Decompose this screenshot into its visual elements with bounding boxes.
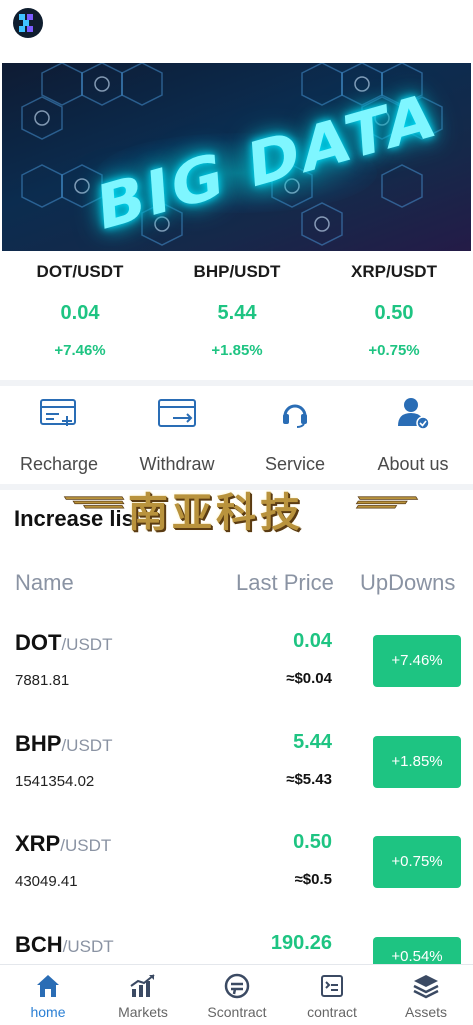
withdraw-label: Withdraw xyxy=(139,454,215,474)
row-usd: ≈$5.43 xyxy=(286,771,332,788)
tab-markets[interactable]: Markets xyxy=(96,965,190,1025)
tab-label: home xyxy=(30,1004,66,1020)
row-base: DOT xyxy=(15,630,62,655)
row-volume: 43049.41 xyxy=(15,873,78,890)
ticker-pair: XRP/USDT xyxy=(351,262,437,281)
table-row[interactable]: BHP/USDT 1541354.02 5.44 ≈$5.43 +1.85% xyxy=(0,731,473,831)
ticker-card[interactable]: BHP/USDT 5.44 +1.85% xyxy=(158,252,316,359)
header-name: Name xyxy=(15,570,74,595)
top-bar xyxy=(0,0,473,62)
row-quote: /USDT xyxy=(61,736,113,755)
row-base: BHP xyxy=(15,731,62,756)
tab-label: Assets xyxy=(404,1004,447,1020)
table-row[interactable]: DOT/USDT 7881.81 0.04 ≈$0.04 +7.46% xyxy=(0,630,473,730)
row-change-badge[interactable]: +1.85% xyxy=(373,736,461,788)
user-verified-icon xyxy=(393,396,433,430)
assets-layers-icon xyxy=(412,973,440,999)
row-price: 5.44 xyxy=(293,731,332,753)
markets-chart-icon xyxy=(129,973,157,999)
ticker-change: +7.46% xyxy=(54,342,106,359)
tab-assets[interactable]: Assets xyxy=(379,965,473,1025)
watermark-logo: 南亚科技 xyxy=(60,478,422,536)
recharge-label: Recharge xyxy=(19,454,99,474)
tab-label: contract xyxy=(307,1004,357,1020)
recharge-card-icon xyxy=(39,396,79,430)
row-price: 0.04 xyxy=(293,630,332,652)
row-price: 0.50 xyxy=(293,831,332,853)
row-quote: /USDT xyxy=(61,635,113,654)
ticker-change: +0.75% xyxy=(368,342,420,359)
about-us-label: About us xyxy=(377,454,449,474)
row-price: 190.26 xyxy=(270,932,332,954)
row-volume: 7881.81 xyxy=(15,672,70,689)
withdraw-card-icon xyxy=(157,396,197,430)
table-row[interactable]: BCH/USDT 190.26 +0.54% xyxy=(0,932,473,964)
row-change-badge[interactable]: +0.75% xyxy=(373,836,461,888)
ticker-card[interactable]: XRP/USDT 0.50 +0.75% xyxy=(315,252,473,359)
scontract-icon xyxy=(223,973,251,999)
headset-icon xyxy=(275,396,315,430)
tab-scontract[interactable]: Scontract xyxy=(190,965,284,1025)
ticker-price: 5.44 xyxy=(217,302,257,324)
row-usd: ≈$0.5 xyxy=(294,871,332,888)
header-updowns: UpDowns xyxy=(360,570,456,595)
row-usd: ≈$0.04 xyxy=(286,670,332,687)
bottom-tab-bar: home Markets Scontract contract Assets xyxy=(0,964,473,1025)
row-quote: /USDT xyxy=(62,937,114,956)
row-change-badge[interactable]: +0.54% xyxy=(373,937,461,964)
tab-home[interactable]: home xyxy=(1,965,95,1025)
header-last-price: Last Price xyxy=(236,570,334,595)
tab-label: Scontract xyxy=(207,1004,267,1020)
row-base: XRP xyxy=(15,831,61,856)
service-label: Service xyxy=(264,454,326,474)
ticker-change: +1.85% xyxy=(211,342,263,359)
ticker-price: 0.04 xyxy=(60,302,100,324)
ticker-pair: DOT/USDT xyxy=(36,262,124,281)
quick-actions: Recharge Withdraw Service About us xyxy=(0,386,473,484)
table-header: Name Last Price UpDowns xyxy=(0,568,473,600)
promo-banner[interactable]: BIG DATA xyxy=(2,63,471,251)
ticker-pair: BHP/USDT xyxy=(193,262,281,281)
tab-contract[interactable]: contract xyxy=(285,965,379,1025)
home-icon xyxy=(34,973,62,999)
row-base: BCH xyxy=(15,932,63,957)
row-quote: /USDT xyxy=(60,836,112,855)
ticker-card[interactable]: DOT/USDT 0.04 +7.46% xyxy=(1,252,159,359)
contract-doc-icon xyxy=(318,973,346,999)
watermark-text: 南亚科技 xyxy=(128,489,304,536)
tab-label: Markets xyxy=(118,1004,168,1020)
table-row[interactable]: XRP/USDT 43049.41 0.50 ≈$0.5 +0.75% xyxy=(0,831,473,931)
row-volume: 1541354.02 xyxy=(15,773,95,790)
ticker-price: 0.50 xyxy=(374,302,414,324)
row-change-badge[interactable]: +7.46% xyxy=(373,635,461,687)
ticker-strip: DOT/USDT 0.04 +7.46% BHP/USDT 5.44 +1.85… xyxy=(0,252,473,380)
app-logo-icon[interactable] xyxy=(13,8,43,38)
